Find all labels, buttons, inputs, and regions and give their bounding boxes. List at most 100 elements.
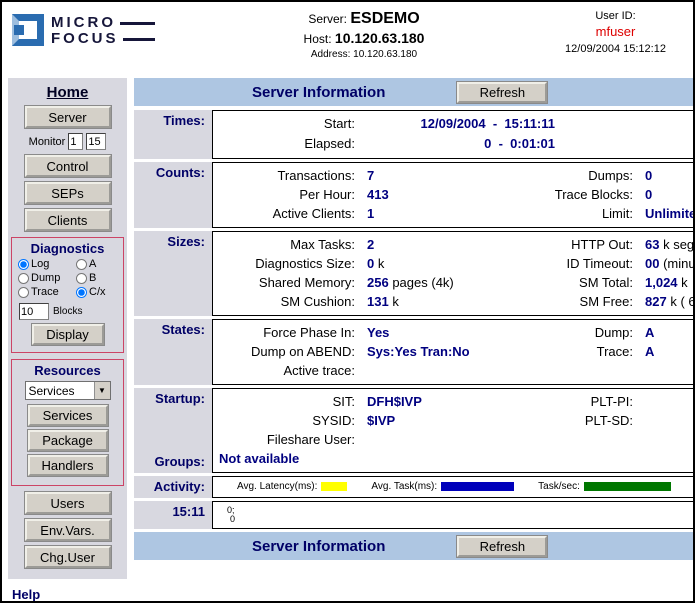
radio-log[interactable]: Log [18,258,76,270]
resources-select[interactable]: Services ▼ [25,381,111,400]
blocks-label: Blocks [53,306,82,317]
timeline-value-1: 0; [227,506,695,515]
radio-b-input[interactable] [76,273,87,284]
groups-value-row: Not available [219,449,695,468]
diagnostics-radio-group: Log A Dump B Trace C/x [13,258,122,298]
radio-log-input[interactable] [18,259,29,270]
package-button[interactable]: Package [28,430,108,451]
monitor-row: Monitor [8,133,127,150]
kv-row: Max Tasks:2 HTTP Out:63 k segments [219,235,695,254]
radio-trace[interactable]: Trace [18,286,76,298]
kv-row: Force Phase In:YesDump:A [219,323,695,342]
startup-section: Startup: Groups: SIT:DFH$IVPPLT-PI: SYSI… [134,388,695,473]
radio-a-input[interactable] [76,259,87,270]
seps-button[interactable]: SEPs [25,182,111,204]
footer-refresh-button[interactable]: Refresh [457,536,547,557]
address-value: 10.120.63.180 [353,49,417,60]
activity-label: Activity: [134,476,212,498]
radio-a[interactable]: A [76,258,122,270]
server-name: ESDEMO [350,10,419,27]
startup-label: Startup: [134,391,205,406]
header: MICRO FOCUS Server: ESDEMO Host: 10.120.… [2,2,693,76]
kv-row: Fileshare User: [219,430,695,449]
counts-label: Counts: [134,162,212,228]
footer-title: Server Information [252,538,385,555]
server-label: Server: [308,12,347,26]
kv-row: Start:12/09/2004 - 15:11:11 [219,114,695,134]
main-title-bar: Server Information Refresh [134,78,695,106]
kv-row: Dump on ABEND:Sys:Yes Tran:NoTrace:A [219,342,695,361]
display-button[interactable]: Display [32,324,104,345]
server-button[interactable]: Server [25,106,111,128]
task-bar [441,482,514,491]
kv-row: SM Cushion:131 kSM Free:827 k ( 6 ) [219,292,695,311]
kv-row: Diagnostics Size:0 kID Timeout:00 (minut… [219,254,695,273]
times-label: Times: [134,110,212,159]
legend-tasksec: Task/sec: [538,481,671,492]
tasksec-bar [584,482,671,491]
radio-dump[interactable]: Dump [18,272,76,284]
timestamp: 12/09/2004 15:12:12 [548,43,683,55]
radio-trace-input[interactable] [18,287,29,298]
host-label: Host: [304,32,332,46]
states-label: States: [134,319,212,385]
services-button[interactable]: Services [28,405,108,426]
timeline-section: 15:11 0; 0 [134,501,695,529]
legend-latency: Avg. Latency(ms): [237,481,347,492]
users-button[interactable]: Users [25,492,111,514]
diagnostics-title: Diagnostics [13,241,122,256]
kv-row: Shared Memory:256 pages (4k)SM Total:1,0… [219,273,695,292]
radio-cx-input[interactable] [76,287,87,298]
sizes-label: Sizes: [134,231,212,316]
kv-row: Per Hour:413Trace Blocks:0 [219,185,695,204]
page: MICRO FOCUS Server: ESDEMO Host: 10.120.… [0,0,695,603]
blocks-input[interactable] [19,303,49,320]
page-title: Server Information [252,84,385,101]
timeline-value-2: 0 [227,515,695,524]
clients-button[interactable]: Clients [25,209,111,231]
radio-dump-input[interactable] [18,273,29,284]
kv-row: Active Clients:1Limit:Unlimited [219,204,695,223]
radio-b[interactable]: B [76,272,122,284]
host-value: 10.120.63.180 [335,30,425,46]
kv-row: Active trace: [219,361,695,380]
body: Home Server Monitor Control SEPs Clients… [2,76,693,603]
handlers-button[interactable]: Handlers [28,455,108,476]
monitor-input-2[interactable] [86,133,106,150]
field-value: 12/09/2004 - 15:11:11 [367,114,555,134]
field-label: Elapsed: [219,134,367,154]
logo-word-micro: MICRO [51,16,155,30]
states-section: States: Force Phase In:YesDump:A Dump on… [134,319,695,385]
kv-row: SYSID:$IVPPLT-SD: [219,411,695,430]
kv-row: SIT:DFH$IVPPLT-PI: [219,392,695,411]
chevron-down-icon[interactable]: ▼ [94,382,110,399]
resources-select-value: Services [26,384,94,398]
times-section: Times: Start:12/09/2004 - 15:11:11 Elaps… [134,110,695,159]
field-value: 0 - 0:01:01 [367,134,555,154]
logo-bar [120,22,155,25]
left-column: Home Server Monitor Control SEPs Clients… [8,78,127,603]
user-id-value: mfuser [548,24,683,39]
control-button[interactable]: Control [25,155,111,177]
counts-section: Counts: Transactions:7Dumps:0 Per Hour:4… [134,162,695,228]
server-identity: Server: ESDEMO Host: 10.120.63.180 Addre… [180,8,548,74]
resources-title: Resources [13,363,122,378]
legend-task: Avg. Task(ms): [371,481,514,492]
sizes-section: Sizes: Max Tasks:2 HTTP Out:63 k segment… [134,231,695,316]
monitor-input-1[interactable] [68,133,83,150]
radio-cx[interactable]: C/x [76,286,122,298]
groups-label: Groups: [134,454,205,469]
refresh-button[interactable]: Refresh [457,82,547,103]
address-label: Address: [311,49,350,60]
kv-row: Transactions:7Dumps:0 [219,166,695,185]
sidebar: Home Server Monitor Control SEPs Clients… [8,78,127,579]
logo-bar [123,38,156,41]
envvars-button[interactable]: Env.Vars. [25,519,111,541]
activity-section: Activity: Avg. Latency(ms): Avg. Task(ms… [134,476,695,498]
home-link[interactable]: Home [8,84,127,101]
logo-word-focus: FOCUS [51,32,155,46]
groups-value: Not available [219,451,299,466]
footer-title-bar: Server Information Refresh [134,532,695,560]
monitor-label: Monitor [29,136,66,148]
chguser-button[interactable]: Chg.User [25,546,111,568]
